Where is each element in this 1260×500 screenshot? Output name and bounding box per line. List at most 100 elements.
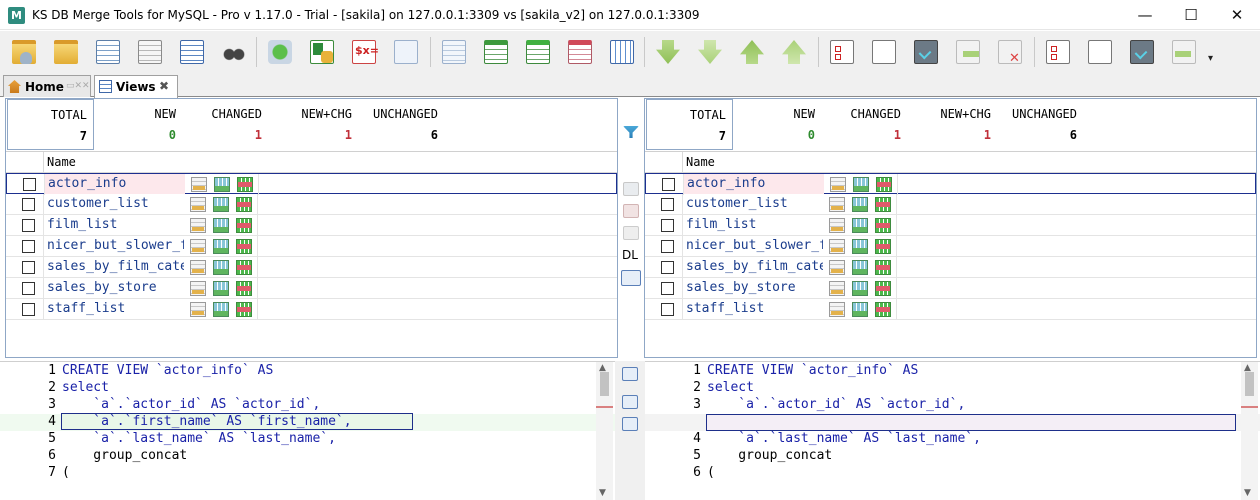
data-grid-icon[interactable]	[852, 197, 868, 212]
view-name[interactable]: nicer_but_slower_film_list	[683, 236, 823, 256]
view-name[interactable]: sales_by_store	[44, 278, 184, 298]
view-name[interactable]: staff_list	[683, 299, 823, 319]
scroll-down-icon[interactable]: ▼	[1244, 488, 1251, 498]
select-script-icon[interactable]	[190, 239, 206, 254]
stat-new-chg-filter[interactable]: NEW+CHG 1	[913, 99, 997, 150]
excel-export-icon[interactable]	[306, 36, 338, 68]
copy-right-icon[interactable]	[952, 36, 984, 68]
maximize-button[interactable]: ☐	[1168, 0, 1214, 30]
open-folder-icon[interactable]	[50, 36, 82, 68]
open-folder-db-icon[interactable]	[8, 36, 40, 68]
data-diff-icon[interactable]	[875, 239, 891, 254]
stat-new-filter[interactable]: NEW 0	[741, 99, 821, 150]
row-checkbox[interactable]	[661, 240, 674, 253]
data-grid-icon[interactable]	[852, 281, 868, 296]
table-row[interactable]: customer_list	[6, 194, 617, 215]
table-row[interactable]: actor_info	[6, 173, 617, 195]
grid-green-header-icon[interactable]	[522, 36, 554, 68]
select-script-icon[interactable]	[191, 177, 207, 192]
stat-unchanged-filter[interactable]: UNCHANGED 6	[1003, 99, 1083, 150]
stat-changed-filter[interactable]: CHANGED 1	[827, 99, 907, 150]
stat-total-filter[interactable]: TOTAL 7	[646, 99, 733, 150]
select-script-icon[interactable]	[134, 36, 166, 68]
view-name[interactable]: sales_by_film_category	[44, 257, 184, 277]
table-row[interactable]: customer_list	[645, 194, 1256, 215]
data-diff-icon[interactable]	[875, 218, 891, 233]
select-script-icon[interactable]	[829, 302, 845, 317]
merge-down-icon[interactable]	[652, 36, 684, 68]
copy-grid-icon[interactable]	[92, 36, 124, 68]
sync-scroll-icon[interactable]	[621, 270, 641, 286]
grid-blank-icon[interactable]	[438, 36, 470, 68]
data-diff-icon[interactable]	[236, 302, 252, 317]
grid-green-icon[interactable]	[480, 36, 512, 68]
data-diff-icon[interactable]	[875, 260, 891, 275]
table-row[interactable]: sales_by_film_category	[6, 257, 617, 278]
select-script-icon[interactable]	[830, 177, 846, 192]
data-diff-icon[interactable]	[875, 197, 891, 212]
data-diff-icon[interactable]	[236, 197, 252, 212]
row-checkbox[interactable]	[661, 303, 674, 316]
view-name[interactable]: actor_info	[684, 174, 824, 194]
filter-icon[interactable]	[623, 126, 639, 138]
left-editor-scrollbar[interactable]: ▲ ▼	[596, 362, 613, 500]
select-script-icon[interactable]	[190, 218, 206, 233]
select-script-icon[interactable]	[829, 218, 845, 233]
view-name[interactable]: nicer_but_slower_film_list	[44, 236, 184, 256]
view-name[interactable]: staff_list	[44, 299, 184, 319]
data-grid-icon[interactable]	[853, 177, 869, 192]
row-checkbox[interactable]	[661, 261, 674, 274]
checklist-dark-2-icon[interactable]	[1126, 36, 1158, 68]
stat-total-filter[interactable]: TOTAL 7	[7, 99, 94, 150]
table-row[interactable]: actor_info	[645, 173, 1256, 195]
view-name[interactable]: actor_info	[45, 174, 185, 194]
row-checkbox[interactable]	[23, 178, 36, 191]
data-diff-icon[interactable]	[236, 260, 252, 275]
close-window-button[interactable]: ✕	[1214, 0, 1260, 30]
copy-document-icon[interactable]	[390, 36, 422, 68]
prev-diff-icon[interactable]	[622, 395, 638, 409]
column-header-name[interactable]: Name	[686, 155, 715, 169]
table-row[interactable]: staff_list	[645, 299, 1256, 320]
view-name[interactable]: film_list	[683, 215, 823, 235]
view-name[interactable]: customer_list	[44, 194, 184, 214]
data-grid-icon[interactable]	[852, 302, 868, 317]
row-checkbox[interactable]	[22, 198, 35, 211]
data-grid-icon[interactable]	[852, 260, 868, 275]
merge-up-icon[interactable]	[736, 36, 768, 68]
scroll-down-icon[interactable]: ▼	[599, 488, 606, 498]
select-script-icon[interactable]	[829, 197, 845, 212]
data-grid-icon[interactable]	[214, 177, 230, 192]
right-sql-editor[interactable]: 1 CREATE VIEW `actor_info` AS 2 select 3 `…	[645, 361, 1260, 500]
view-name[interactable]: sales_by_store	[683, 278, 823, 298]
row-checkbox[interactable]	[661, 282, 674, 295]
copy-left-icon[interactable]	[1168, 36, 1200, 68]
data-grid-icon[interactable]	[213, 260, 229, 275]
copy-icon[interactable]	[623, 226, 639, 240]
cancel-check-icon[interactable]: ✕	[994, 36, 1026, 68]
document-2-icon[interactable]	[1084, 36, 1116, 68]
data-grid-icon[interactable]	[852, 239, 868, 254]
column-header-name[interactable]: Name	[47, 155, 76, 169]
copy-line-right-icon[interactable]	[622, 367, 638, 381]
left-sql-editor[interactable]: 1 CREATE VIEW `actor_info` AS 2 select 3 `…	[0, 361, 615, 500]
row-checkbox[interactable]	[22, 240, 35, 253]
settings-grid-icon[interactable]	[176, 36, 208, 68]
table-row[interactable]: staff_list	[6, 299, 617, 320]
tab-pin-icon[interactable]: ▭✕✕	[66, 81, 90, 91]
checklist-2-icon[interactable]	[1042, 36, 1074, 68]
merge-up-light-icon[interactable]	[778, 36, 810, 68]
dl-toggle[interactable]: DL	[622, 248, 638, 262]
stat-unchanged-filter[interactable]: UNCHANGED 6	[364, 99, 444, 150]
scroll-thumb[interactable]	[1245, 372, 1254, 396]
data-grid-icon[interactable]	[213, 197, 229, 212]
next-diff-icon[interactable]	[622, 417, 638, 431]
select-script-icon[interactable]	[190, 281, 206, 296]
data-diff-icon[interactable]	[236, 239, 252, 254]
data-diff-icon[interactable]	[237, 177, 253, 192]
table-row[interactable]: film_list	[645, 215, 1256, 236]
minimize-button[interactable]: —	[1122, 0, 1168, 30]
grid-red-icon[interactable]	[564, 36, 596, 68]
row-checkbox[interactable]	[22, 261, 35, 274]
view-name[interactable]: film_list	[44, 215, 184, 235]
